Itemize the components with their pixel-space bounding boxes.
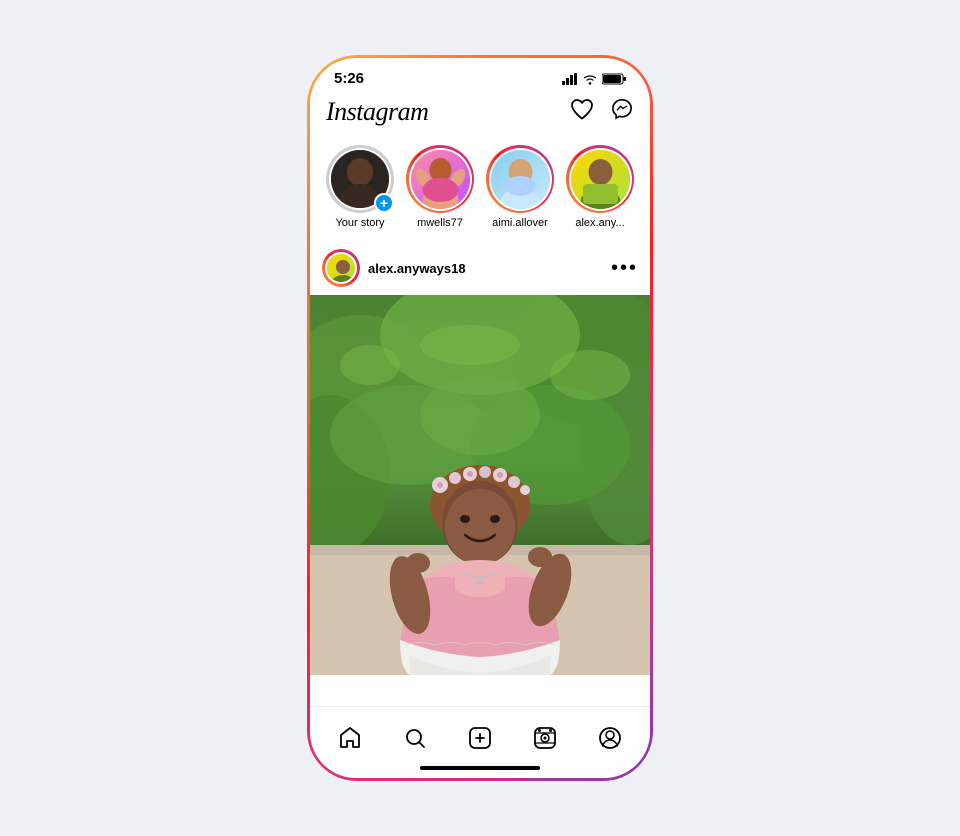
phone-wrapper: 5:26 xyxy=(310,58,650,778)
nav-home[interactable] xyxy=(330,718,370,758)
post-user[interactable]: alex.anyways18 xyxy=(322,249,466,287)
nav-reels[interactable] xyxy=(525,718,565,758)
battery-icon xyxy=(602,73,626,85)
status-icons xyxy=(562,73,626,85)
alex-avatar-wrapper xyxy=(566,145,634,213)
home-icon xyxy=(338,726,362,750)
add-story-button[interactable]: + xyxy=(374,193,394,213)
phone-screen: 5:26 xyxy=(310,58,650,778)
post-username: alex.anyways18 xyxy=(368,261,466,276)
post-more-button[interactable]: ••• xyxy=(611,257,638,280)
header-icons xyxy=(570,98,634,126)
story-item-aimi[interactable]: aimi.allover xyxy=(486,145,554,229)
profile-icon xyxy=(598,726,622,750)
signal-icon xyxy=(562,73,578,85)
aimi-label: aimi.allover xyxy=(492,217,548,229)
status-bar: 5:26 xyxy=(310,58,650,93)
aimi-avatar-wrapper xyxy=(486,145,554,213)
heart-icon[interactable] xyxy=(570,98,594,126)
wifi-icon xyxy=(582,73,598,85)
status-time: 5:26 xyxy=(334,70,364,87)
reels-icon xyxy=(533,726,557,750)
story-item-alex[interactable]: alex.any... xyxy=(566,145,634,229)
ig-header: Instagram xyxy=(310,93,650,137)
nav-create[interactable] xyxy=(460,718,500,758)
post-header: alex.anyways18 ••• xyxy=(310,241,650,295)
stories-container: + Your story xyxy=(310,137,650,241)
post-image[interactable] xyxy=(310,295,650,675)
post-avatar xyxy=(325,252,357,284)
mwells-label: mwells77 xyxy=(417,217,463,229)
alex-label: alex.any... xyxy=(575,217,624,229)
nav-search[interactable] xyxy=(395,718,435,758)
search-icon xyxy=(403,726,427,750)
instagram-logo: Instagram xyxy=(326,97,428,127)
your-story-label: Your story xyxy=(335,217,384,229)
post-avatar-ring xyxy=(322,249,360,287)
your-story-avatar-wrapper: + xyxy=(326,145,394,213)
messenger-icon[interactable] xyxy=(610,98,634,126)
mwells-avatar-wrapper xyxy=(406,145,474,213)
home-indicator xyxy=(420,766,540,770)
nav-profile[interactable] xyxy=(590,718,630,758)
story-item-yours[interactable]: + Your story xyxy=(326,145,394,229)
create-icon xyxy=(468,726,492,750)
story-item-mwells[interactable]: mwells77 xyxy=(406,145,474,229)
